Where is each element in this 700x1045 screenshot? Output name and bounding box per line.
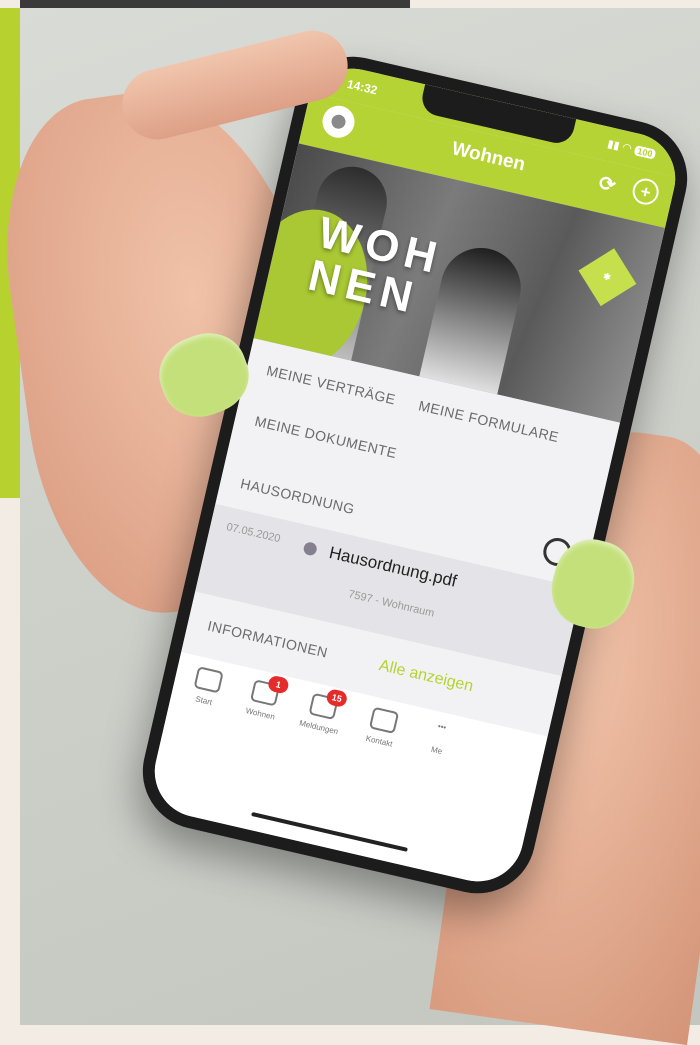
tab-label: Meldungen — [298, 718, 340, 737]
notification-badge: 1 — [266, 674, 290, 695]
tab-more[interactable]: ••• Me — [403, 715, 475, 762]
link-contracts[interactable]: MEINE VERTRÄGE — [265, 362, 397, 407]
hero-badge-icon: ✱ — [578, 248, 637, 307]
tab-label: Me — [430, 744, 444, 757]
battery-icon: 100 — [633, 145, 657, 160]
mail-icon: 15 — [308, 688, 349, 721]
more-icon: ••• — [436, 721, 448, 733]
wohnen-icon: 1 — [250, 674, 290, 707]
tab-label: Kontakt — [364, 733, 394, 749]
house-rules-title: HAUSORDNUNG — [238, 475, 357, 518]
status-icons: ▮▮ ◠ 100 — [606, 137, 657, 161]
status-dot-icon — [302, 541, 319, 557]
tab-label: Wohnen — [244, 706, 276, 722]
background-top-strip — [20, 0, 410, 8]
contact-icon — [368, 706, 400, 734]
status-time: 14:32 — [345, 76, 379, 98]
show-all-link[interactable]: Alle anzeigen — [377, 657, 474, 696]
link-documents[interactable]: MEINE DOKUMENTE — [253, 413, 398, 461]
link-forms[interactable]: MEINE FORMULARE — [417, 397, 561, 445]
document-date: 07.05.2020 — [225, 521, 282, 546]
home-icon — [193, 666, 224, 694]
document-meta: 7597 - Wohnraum — [347, 588, 436, 620]
information-title: INFORMATIONEN — [206, 617, 330, 661]
notification-badge: 15 — [325, 688, 349, 709]
tab-label: Start — [194, 694, 214, 708]
home-indicator[interactable] — [251, 811, 408, 852]
